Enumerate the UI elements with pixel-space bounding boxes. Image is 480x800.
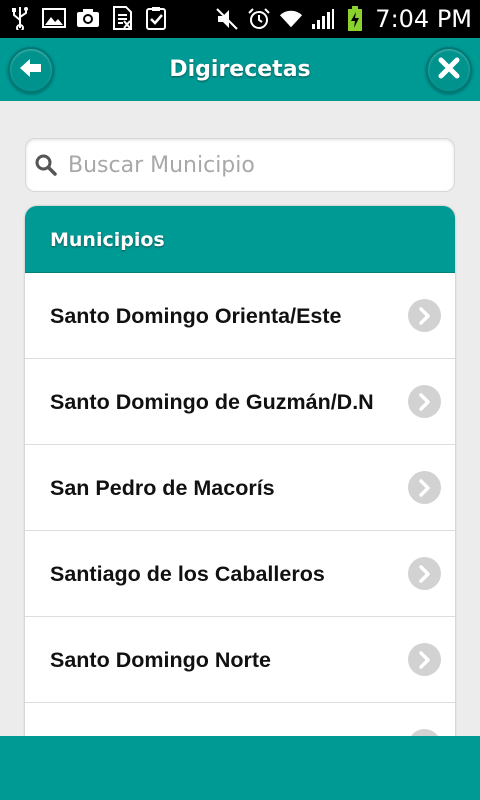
battery-charging-icon	[343, 6, 367, 31]
app-header: Digirecetas	[0, 38, 480, 101]
chevron-right-icon	[408, 557, 441, 590]
list-item-label: Santo Domingo Orienta/Este	[50, 304, 342, 328]
list-item[interactable]: Santo Domingo Norte	[25, 617, 455, 703]
status-time: 7:04 PM	[375, 5, 472, 33]
list-item-label: Santo Domingo de Guzmán/D.N	[50, 390, 374, 414]
search-input[interactable]	[68, 139, 448, 191]
status-bar: 7:04 PM	[0, 0, 480, 38]
list-item[interactable]: Santo Domingo de Guzmán/D.N	[25, 359, 455, 445]
chevron-right-icon	[408, 643, 441, 676]
camera-icon	[76, 6, 100, 30]
signal-icon	[311, 7, 335, 31]
mute-icon	[215, 7, 239, 31]
chevron-right-icon	[408, 471, 441, 504]
clipboard-check-icon	[144, 6, 168, 30]
image-icon	[42, 6, 66, 30]
list-item[interactable]: Santo Domingo Orienta/Este	[25, 273, 455, 359]
search-box	[25, 138, 455, 192]
close-button[interactable]	[426, 47, 472, 93]
alarm-icon	[247, 7, 271, 31]
list-header: Municipios	[25, 206, 455, 273]
close-icon	[437, 56, 461, 84]
back-button[interactable]	[8, 47, 54, 93]
arrow-left-icon	[18, 56, 44, 84]
list-item[interactable]: Santiago de los Caballeros	[25, 531, 455, 617]
app-title: Digirecetas	[169, 57, 311, 82]
search-icon	[34, 153, 58, 177]
chevron-right-icon	[408, 385, 441, 418]
footer-bar	[0, 736, 480, 800]
list-item-label: Santo Domingo Norte	[50, 648, 271, 672]
sim-icon	[110, 6, 134, 30]
chevron-right-icon	[408, 299, 441, 332]
list-item-label: Santiago de los Caballeros	[50, 562, 325, 586]
list-item-label: San Pedro de Macorís	[50, 476, 275, 500]
usb-icon	[8, 6, 32, 30]
municipios-list: Municipios Santo Domingo Orienta/Este Sa…	[25, 206, 455, 766]
list-item[interactable]: San Pedro de Macorís	[25, 445, 455, 531]
wifi-icon	[279, 7, 303, 31]
